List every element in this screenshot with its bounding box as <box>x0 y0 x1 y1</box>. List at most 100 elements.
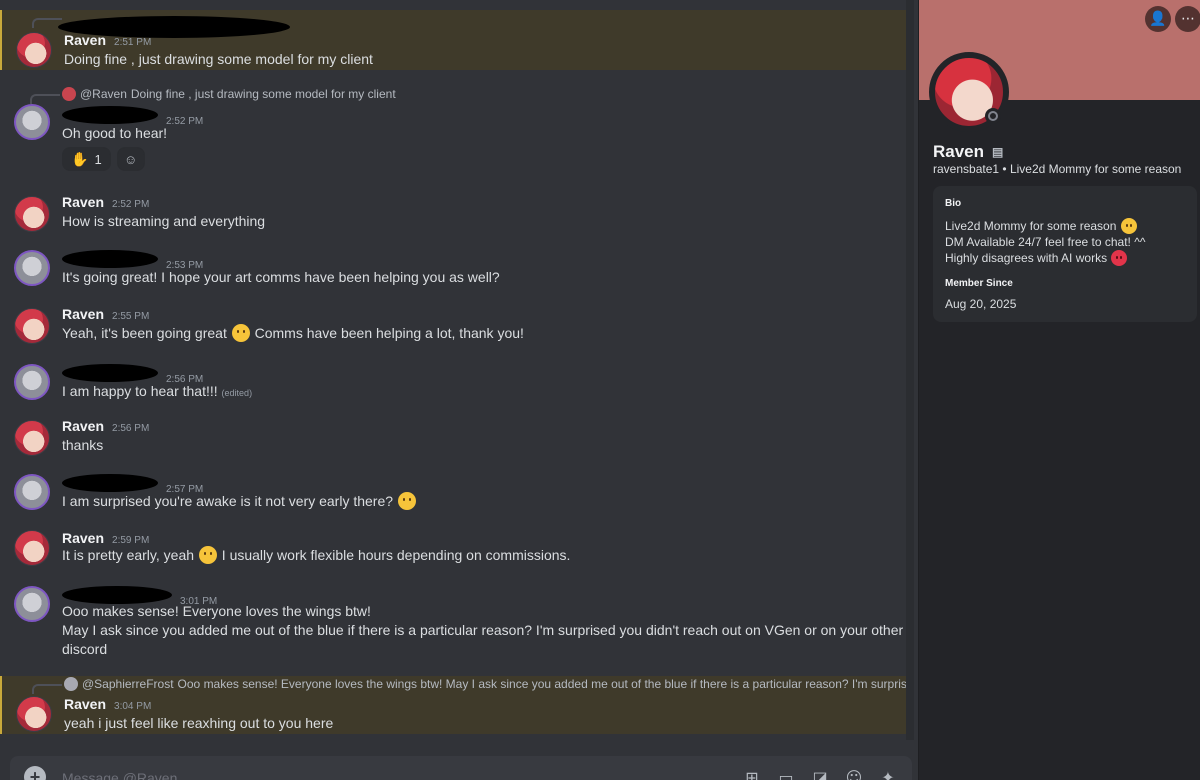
avatar[interactable] <box>14 530 50 566</box>
bio-line: Highly disagrees with AI works <box>945 250 1128 266</box>
sticker-icon[interactable]: ◪ <box>810 768 830 780</box>
text-part: It is pretty early, yeah <box>62 547 195 563</box>
author-name[interactable]: Raven <box>62 530 104 546</box>
redaction <box>62 106 158 124</box>
user-profile-panel: 👤 ⋯ Raven ▤ ravensbate1 • Live2d Mommy f… <box>918 0 1200 780</box>
avatar[interactable] <box>14 586 50 622</box>
author-name[interactable]: Raven <box>62 194 104 210</box>
message-text: Doing fine , just drawing some model for… <box>64 51 373 67</box>
message-text: discord <box>62 641 108 657</box>
bio-line: DM Available 24/7 feel free to chat! ^^ <box>945 235 1146 249</box>
timestamp[interactable]: 2:52 PM <box>166 116 203 127</box>
reply-author: @Raven <box>80 87 127 101</box>
author-name[interactable]: Raven <box>64 32 106 48</box>
message-text: I am surprised you're awake is it not ve… <box>62 492 417 511</box>
message: 3:01 PM Ooo makes sense! Everyone loves … <box>0 580 906 662</box>
angry-emoji-icon <box>1111 250 1128 266</box>
display-name: Raven <box>933 142 985 161</box>
chat-area: Raven 2:51 PM Doing fine , just drawing … <box>0 0 914 780</box>
reaction-wave[interactable]: ✋ 1 <box>62 147 111 171</box>
reaction-bar: ✋ 1 ☺ <box>62 147 145 171</box>
text-part: Comms have been helping a lot, thank you… <box>254 325 524 341</box>
grin-emoji-icon <box>231 324 250 342</box>
message-header: Raven 3:04 PM <box>64 696 151 712</box>
attach-plus-icon[interactable]: + <box>24 766 46 780</box>
avatar[interactable] <box>14 364 50 400</box>
bio-text: Live2d Mommy for some reason <box>945 219 1117 233</box>
author-name[interactable]: Raven <box>62 306 104 322</box>
add-reaction-button[interactable]: ☺ <box>116 147 145 171</box>
reply-connector <box>32 684 62 694</box>
bio-text: Highly disagrees with AI works <box>945 251 1108 265</box>
timestamp[interactable]: 2:55 PM <box>112 311 149 322</box>
apps-icon[interactable]: ✦ <box>878 768 898 780</box>
author-name[interactable]: Raven <box>62 418 104 434</box>
note-icon[interactable]: ▤ <box>992 145 1003 159</box>
surprised-emoji-icon <box>397 492 416 510</box>
more-options-icon[interactable]: ⋯ <box>1175 6 1200 32</box>
timestamp[interactable]: 2:52 PM <box>112 199 149 210</box>
member-since-heading: Member Since <box>945 278 1013 289</box>
message-composer: + ⊞ ▭ ◪ ☺ ✦ <box>10 756 912 780</box>
redaction <box>62 250 158 268</box>
member-since-date: Aug 20, 2025 <box>945 297 1017 311</box>
reply-text: Doing fine , just drawing some model for… <box>130 87 396 101</box>
avatar[interactable] <box>14 420 50 456</box>
message: Raven 2:59 PM It is pretty early, yeah I… <box>0 526 906 572</box>
message-input[interactable] <box>62 770 662 780</box>
reply-preview[interactable]: @SaphierreFrost Ooo makes sense! Everyon… <box>64 677 914 691</box>
message-header: Raven 2:59 PM <box>62 530 149 546</box>
message: Raven 2:56 PM thanks <box>0 414 906 460</box>
message: Raven 2:52 PM How is streaming and every… <box>0 190 906 236</box>
profile-subline: ravensbate1 • Live2d Mommy for some reas… <box>933 162 1181 176</box>
text-part: I usually work flexible hours depending … <box>221 547 571 563</box>
bio-heading: Bio <box>945 198 962 209</box>
message-header: Raven 2:56 PM <box>62 418 149 434</box>
emoji-picker-icon[interactable]: ☺ <box>844 768 864 780</box>
redaction <box>62 364 158 382</box>
timestamp[interactable]: 2:59 PM <box>112 535 149 546</box>
message-text: Ooo makes sense! Everyone loves the wing… <box>62 603 371 619</box>
message-text: May I ask since you added me out of the … <box>62 622 904 638</box>
add-friend-icon[interactable]: 👤 <box>1145 6 1171 32</box>
message-header: Raven 2:52 PM <box>62 194 149 210</box>
timestamp[interactable]: 2:51 PM <box>114 37 151 48</box>
gift-icon[interactable]: ⊞ <box>742 768 762 780</box>
reply-text: Ooo makes sense! Everyone loves the wing… <box>177 677 914 691</box>
message-text: It is pretty early, yeah I usually work … <box>62 546 570 565</box>
reply-author: @SaphierreFrost <box>82 677 174 691</box>
avatar[interactable] <box>14 196 50 232</box>
text-part: I am happy to hear that!!! <box>62 383 218 399</box>
text-part: Yeah, it's been going great <box>62 325 227 341</box>
redaction <box>62 474 158 492</box>
message: Raven 2:51 PM Doing fine , just drawing … <box>0 10 906 70</box>
author-name[interactable]: Raven <box>64 696 106 712</box>
username[interactable]: ravensbate1 <box>933 162 999 176</box>
avatar[interactable] <box>14 104 50 140</box>
message-header: Raven 2:51 PM <box>64 32 151 48</box>
message-header: Raven 2:55 PM <box>62 306 149 322</box>
grin-emoji-icon <box>1120 218 1137 234</box>
gif-icon[interactable]: ▭ <box>776 768 796 780</box>
avatar[interactable] <box>14 308 50 344</box>
reply-avatar <box>64 677 78 691</box>
tagline: Live2d Mommy for some reason <box>1009 162 1182 176</box>
profile-display-name: Raven ▤ <box>933 142 1003 162</box>
message-text: It's going great! I hope your art comms … <box>62 269 500 285</box>
timestamp[interactable]: 3:04 PM <box>114 701 151 712</box>
avatar[interactable] <box>16 32 52 68</box>
reply-preview[interactable]: @Raven Doing fine , just drawing some mo… <box>62 87 396 101</box>
message-text: Oh good to hear! <box>62 125 168 141</box>
scrollbar-track[interactable] <box>906 0 914 740</box>
smiley-icon: ☺ <box>124 151 138 167</box>
message-text: thanks <box>62 437 104 453</box>
wave-emoji-icon: ✋ <box>71 150 89 167</box>
reply-avatar <box>62 87 76 101</box>
timestamp[interactable]: 2:56 PM <box>112 423 149 434</box>
avatar[interactable] <box>14 250 50 286</box>
avatar[interactable] <box>16 696 52 732</box>
avatar[interactable] <box>14 474 50 510</box>
message-text: How is streaming and everything <box>62 213 266 229</box>
message: Raven 2:55 PM Yeah, it's been going grea… <box>0 302 906 348</box>
message-text: I am happy to hear that!!! (edited) <box>62 382 252 403</box>
